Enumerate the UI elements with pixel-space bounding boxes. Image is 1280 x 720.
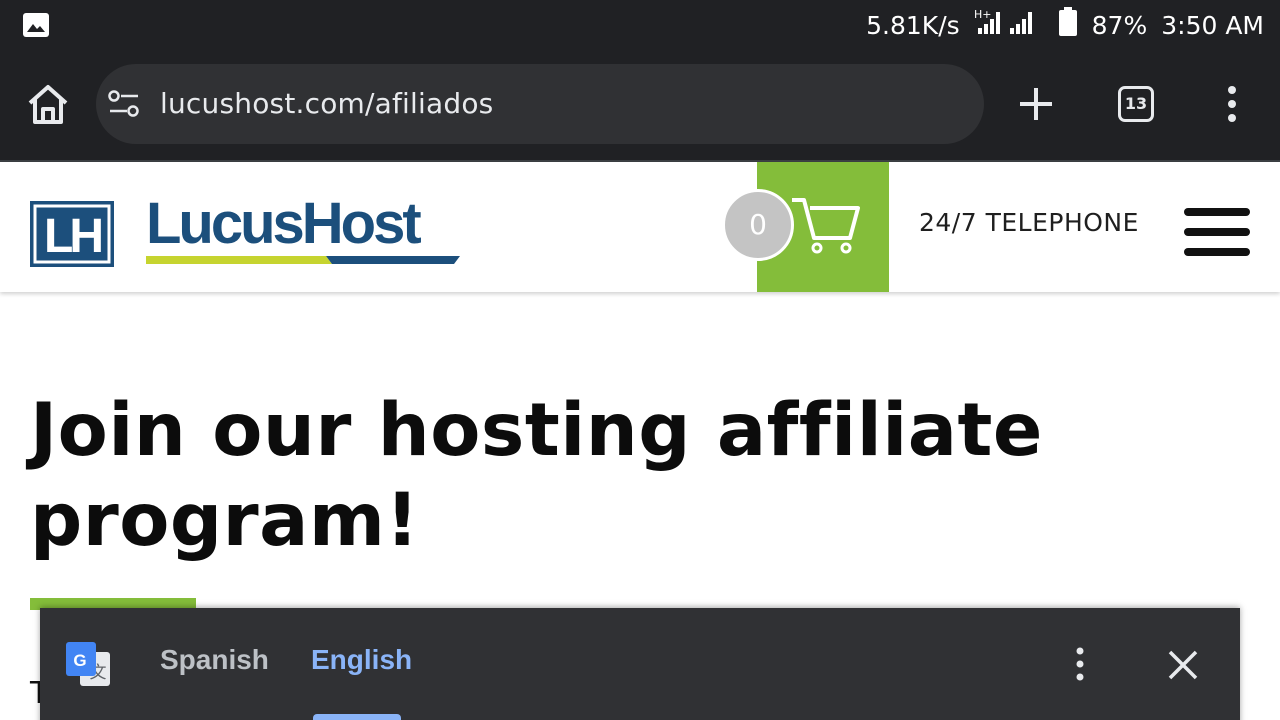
- phone-link[interactable]: 24/7 TELEPHONE: [919, 208, 1139, 237]
- plus-icon[interactable]: [1016, 84, 1056, 124]
- network-type: H+: [974, 8, 992, 21]
- battery-percent: 87%: [1091, 10, 1148, 40]
- signal-icon: H+: [974, 8, 1044, 42]
- translate-bar: 文 G Spanish English: [40, 608, 1240, 720]
- language-tab-source[interactable]: Spanish: [160, 644, 269, 676]
- battery-icon: [1058, 7, 1078, 43]
- close-icon[interactable]: [1166, 648, 1200, 682]
- more-vertical-icon[interactable]: [1066, 646, 1094, 682]
- logo-swoosh: [146, 256, 460, 264]
- selected-language-indicator: [313, 714, 401, 720]
- more-vertical-icon[interactable]: [1216, 84, 1248, 124]
- svg-text:G: G: [73, 651, 86, 670]
- site-header: LH LucusHost 0 24/7 TELEPHONE: [0, 162, 1280, 292]
- image-icon: [23, 13, 49, 37]
- logo-mark[interactable]: LH: [30, 201, 114, 267]
- cart-icon[interactable]: [790, 192, 862, 256]
- browser-toolbar: lucushost.com/afiliados 13: [0, 50, 1280, 160]
- logo-wordmark[interactable]: LucusHost: [146, 194, 422, 254]
- tab-switcher-button[interactable]: 13: [1118, 86, 1154, 122]
- address-bar[interactable]: lucushost.com/afiliados: [96, 64, 984, 144]
- google-translate-icon[interactable]: 文 G: [66, 642, 112, 688]
- status-bar: 5.81K/s H+ 87% 3:50 AM: [0, 0, 1280, 50]
- logo-monogram: LH: [44, 210, 101, 263]
- hamburger-icon[interactable]: [1184, 208, 1250, 256]
- tune-icon[interactable]: [108, 90, 140, 118]
- url-text: lucushost.com/afiliados: [160, 87, 494, 120]
- page-title: Join our hosting affiliate program!: [30, 388, 1043, 563]
- language-tab-target[interactable]: English: [311, 644, 412, 676]
- cart-count-badge: 0: [722, 189, 794, 261]
- home-icon[interactable]: [24, 81, 72, 129]
- clock: 3:50 AM: [1161, 10, 1264, 40]
- network-speed: 5.81K/s: [866, 10, 960, 40]
